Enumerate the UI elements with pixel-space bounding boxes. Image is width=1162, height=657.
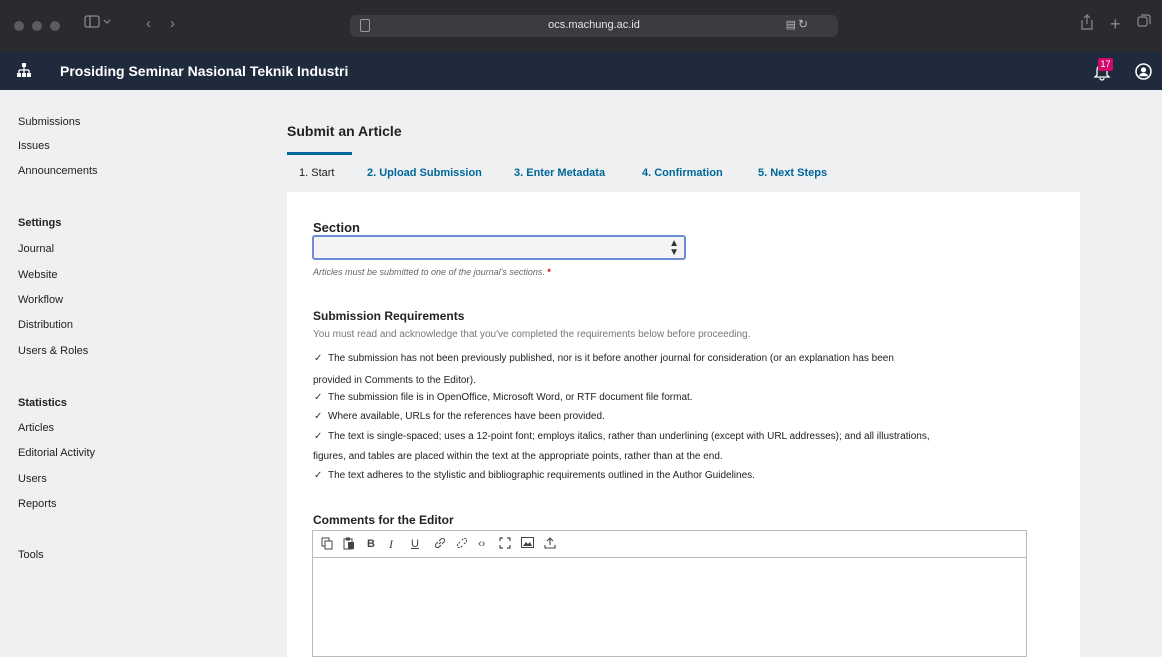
sidebar-item-reports[interactable]: Reports: [18, 497, 57, 511]
select-arrows-icon: ▲ ▼: [669, 238, 679, 258]
sidebar-item-tools[interactable]: Tools: [18, 548, 44, 562]
image-icon[interactable]: [521, 537, 534, 552]
sidebar-item-articles[interactable]: Articles: [18, 421, 54, 435]
italic-icon[interactable]: I: [389, 537, 393, 551]
requirement-item[interactable]: ✓ The text adheres to the stylistic and b…: [313, 470, 755, 482]
main-content: Submit an Article 1. Start 2. Upload Sub…: [270, 90, 1162, 657]
sidebar-item-distribution[interactable]: Distribution: [18, 318, 73, 332]
requirements-intro: You must read and acknowledge that you'v…: [313, 329, 751, 340]
forward-icon[interactable]: ›: [170, 14, 175, 34]
sidebar-item-submissions[interactable]: Submissions: [18, 115, 80, 129]
site-icon[interactable]: [16, 62, 32, 78]
section-label: Section: [313, 220, 360, 235]
requirement-text: The submission file is in OpenOffice, Mi…: [328, 392, 693, 403]
page-title: Submit an Article: [287, 123, 402, 139]
sidebar-heading-statistics[interactable]: Statistics: [18, 396, 67, 410]
underline-icon[interactable]: U: [411, 537, 419, 551]
section-select[interactable]: ▲ ▼: [312, 235, 686, 260]
share-icon[interactable]: [1080, 14, 1094, 36]
tab-start[interactable]: 1. Start: [299, 167, 334, 179]
translate-icon[interactable]: ▤: [786, 18, 796, 31]
requirement-item[interactable]: ✓ The submission file is in OpenOffice, M…: [313, 392, 693, 404]
notification-badge: 17: [1098, 58, 1113, 71]
tab-upload-submission[interactable]: 2. Upload Submission: [367, 167, 482, 179]
tab-confirmation[interactable]: 4. Confirmation: [642, 167, 723, 179]
reload-icon[interactable]: ↻: [798, 17, 808, 31]
minimize-window-button[interactable]: [32, 21, 42, 31]
address-bar[interactable]: ocs.machung.ac.id ▤ ↻: [350, 15, 838, 37]
sidebar-item-announcements[interactable]: Announcements: [18, 164, 98, 178]
link-icon[interactable]: [434, 537, 446, 553]
sidebar-heading-settings[interactable]: Settings: [18, 216, 61, 230]
bold-icon[interactable]: B: [367, 537, 375, 551]
unlink-icon[interactable]: [456, 537, 468, 553]
zoom-window-button[interactable]: [50, 21, 60, 31]
sidebar-item-editorial-activity[interactable]: Editorial Activity: [18, 446, 95, 460]
comments-label: Comments for the Editor: [313, 513, 454, 527]
sidebar-item-issues[interactable]: Issues: [18, 139, 50, 153]
required-mark: *: [547, 267, 551, 277]
address-url: ocs.machung.ac.id: [548, 19, 640, 31]
code-icon[interactable]: ‹›: [478, 537, 485, 551]
browser-chrome: ‹ › ocs.machung.ac.id ▤ ↻ +: [0, 0, 1162, 52]
requirement-continued: provided in Comments to the Editor).: [313, 375, 476, 386]
sidebar-item-journal[interactable]: Journal: [18, 242, 54, 256]
sidebar-item-users[interactable]: Users: [18, 472, 47, 486]
checkmark-icon[interactable]: ✓: [314, 411, 328, 423]
close-window-button[interactable]: [14, 21, 24, 31]
editor-toolbar: B I U ‹›: [313, 531, 1026, 558]
checkmark-icon[interactable]: ✓: [314, 470, 328, 482]
copy-icon[interactable]: [321, 537, 333, 554]
requirement-text: The text is single-spaced; uses a 12-poi…: [328, 431, 930, 442]
requirements-heading: Submission Requirements: [313, 309, 465, 323]
requirement-item[interactable]: ✓ The text is single-spaced; uses a 12-po…: [313, 431, 930, 443]
tab-next-steps[interactable]: 5. Next Steps: [758, 167, 827, 179]
section-help-text: Articles must be submitted to one of the…: [313, 267, 551, 277]
requirement-text: The submission has not been previously p…: [328, 353, 894, 364]
section-help-message: Articles must be submitted to one of the…: [313, 267, 545, 277]
checkmark-icon[interactable]: ✓: [314, 392, 328, 404]
sidebar-toggle-icon[interactable]: [84, 14, 112, 36]
app-header: Prosiding Seminar Nasional Teknik Indust…: [0, 52, 1162, 90]
paste-icon[interactable]: [343, 537, 355, 554]
requirement-continued: figures, and tables are placed within th…: [313, 451, 723, 462]
checkmark-icon[interactable]: ✓: [314, 431, 328, 443]
sidebar-item-workflow[interactable]: Workflow: [18, 293, 63, 307]
back-icon[interactable]: ‹: [146, 14, 151, 34]
requirement-item[interactable]: ✓ The submission has not been previously …: [313, 353, 894, 365]
sidebar-item-website[interactable]: Website: [18, 268, 58, 282]
requirement-text: The text adheres to the stylistic and bi…: [328, 470, 755, 481]
requirement-item[interactable]: ✓ Where available, URLs for the reference…: [313, 411, 605, 423]
tab-enter-metadata[interactable]: 3. Enter Metadata: [514, 167, 605, 179]
sidebar: Submissions Issues Announcements Setting…: [0, 90, 270, 657]
user-icon[interactable]: [1135, 63, 1152, 80]
sidebar-item-users-roles[interactable]: Users & Roles: [18, 344, 88, 358]
comments-editor[interactable]: B I U ‹›: [312, 530, 1027, 657]
fullscreen-icon[interactable]: [499, 537, 511, 553]
site-title[interactable]: Prosiding Seminar Nasional Teknik Indust…: [60, 62, 348, 80]
new-tab-icon[interactable]: +: [1110, 14, 1121, 34]
upload-icon[interactable]: [544, 537, 556, 553]
active-tab-indicator: [287, 152, 352, 155]
checkmark-icon[interactable]: ✓: [314, 353, 328, 365]
window-controls: [14, 21, 60, 31]
requirement-text: Where available, URLs for the references…: [328, 411, 605, 422]
tabs-overview-icon[interactable]: [1137, 14, 1151, 34]
